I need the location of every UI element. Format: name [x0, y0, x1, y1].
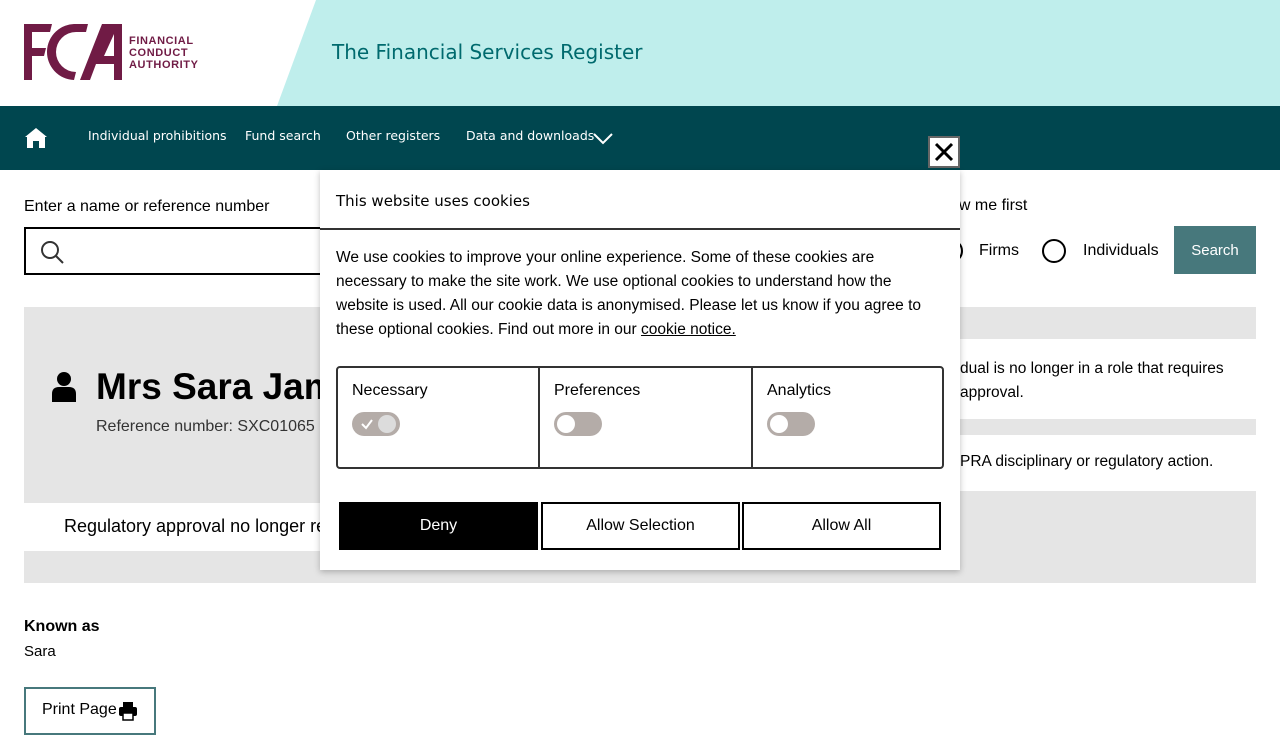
- radio-label-individuals: Individuals: [1083, 242, 1159, 259]
- printer-icon: [119, 702, 137, 721]
- cookie-option-label: Analytics: [767, 382, 832, 399]
- deny-button[interactable]: Deny: [339, 502, 538, 550]
- status-text: Regulatory approval no longer re: [64, 516, 327, 536]
- radio-individuals[interactable]: [1042, 239, 1066, 263]
- known-as-label: Known as: [24, 618, 100, 635]
- logo-wordmark: FINANCIAL CONDUCT AUTHORITY: [129, 35, 199, 71]
- analytics-toggle[interactable]: [767, 412, 815, 436]
- search-label: Enter a name or reference number: [24, 198, 270, 215]
- cookie-divider: [320, 228, 960, 230]
- fca-logo-icon[interactable]: [24, 24, 122, 80]
- main-nav: Individual prohibitions Fund search Othe…: [0, 106, 1280, 170]
- check-icon: [361, 419, 373, 430]
- person-icon: [52, 372, 76, 402]
- nav-item-other-registers[interactable]: Other registers: [346, 128, 440, 143]
- logo-line-2: CONDUCT: [129, 47, 189, 59]
- print-page-label: Print Page: [42, 701, 117, 718]
- action-notice: PRA disciplinary or regulatory action.: [960, 435, 1256, 491]
- cookie-option-necessary: Necessary: [338, 368, 540, 467]
- toggle-knob: [770, 415, 788, 433]
- nav-item-fund-search[interactable]: Fund search: [245, 128, 321, 143]
- toggle-knob: [557, 415, 575, 433]
- cookie-options: Necessary Preferences Analytics: [336, 366, 944, 469]
- close-icon: [934, 142, 954, 162]
- cookie-option-analytics: Analytics: [753, 368, 942, 467]
- cookie-option-label: Necessary: [352, 382, 428, 399]
- cookie-option-preferences: Preferences: [540, 368, 753, 467]
- chevron-down-icon[interactable]: [592, 130, 614, 146]
- radio-label-firms: Firms: [979, 242, 1019, 259]
- site-header: FINANCIAL CONDUCT AUTHORITY The Financia…: [0, 0, 1280, 106]
- cookie-dialog: This website uses cookies We use cookies…: [320, 170, 960, 570]
- allow-all-button[interactable]: Allow All: [742, 502, 941, 550]
- site-title[interactable]: The Financial Services Register: [332, 40, 643, 64]
- allow-selection-button[interactable]: Allow Selection: [541, 502, 740, 550]
- nav-item-data-and-downloads[interactable]: Data and downloads: [466, 128, 594, 143]
- cookie-notice-link[interactable]: cookie notice.: [641, 321, 736, 338]
- preferences-toggle[interactable]: [554, 412, 602, 436]
- cookie-option-label: Preferences: [554, 382, 641, 399]
- search-input[interactable]: [24, 227, 354, 275]
- reference-number: Reference number: SXC01065: [96, 418, 315, 435]
- cookie-title: This website uses cookies: [336, 192, 530, 210]
- role-notice: dual is no longer in a role that require…: [960, 339, 1256, 419]
- role-notice-text: dual is no longer in a role that require…: [960, 360, 1224, 401]
- nav-item-individual-prohibitions[interactable]: Individual prohibitions: [88, 128, 227, 143]
- close-button[interactable]: [928, 136, 960, 168]
- cookie-body-text: We use cookies to improve your online ex…: [336, 249, 922, 338]
- print-page-button[interactable]: Print Page: [24, 687, 156, 735]
- search-icon: [41, 241, 64, 264]
- person-name: Mrs Sara Jam: [96, 366, 337, 407]
- known-as-value: Sara: [24, 643, 56, 660]
- cookie-body: We use cookies to improve your online ex…: [336, 246, 936, 342]
- search-button[interactable]: Search: [1174, 226, 1256, 274]
- action-notice-text: PRA disciplinary or regulatory action.: [960, 453, 1214, 470]
- necessary-toggle[interactable]: [352, 412, 400, 436]
- home-icon[interactable]: [24, 126, 48, 150]
- logo-line-1: FINANCIAL: [129, 35, 194, 47]
- toggle-knob: [378, 415, 396, 433]
- show-first-label: ow me first: [950, 197, 1028, 214]
- logo-line-3: AUTHORITY: [129, 59, 199, 71]
